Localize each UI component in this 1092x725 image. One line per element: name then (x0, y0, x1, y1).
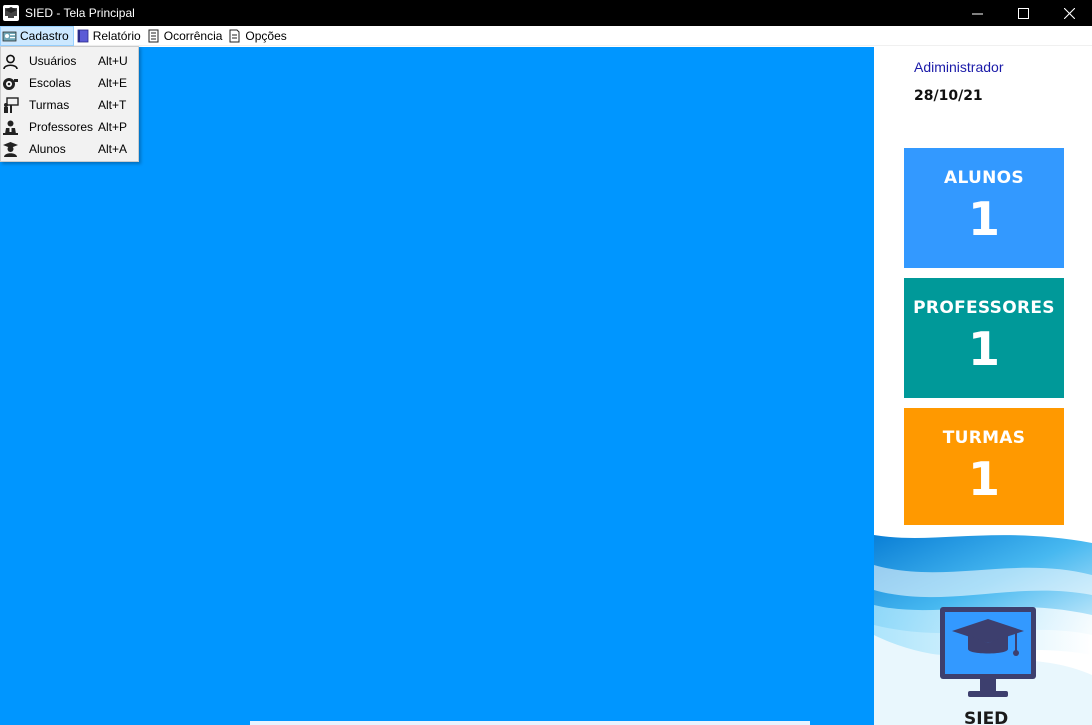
menu-item-turmas-shortcut: Alt+T (98, 98, 127, 112)
menu-bar: Cadastro Relatório Ocorrência Opções (0, 25, 1092, 46)
stat-card-professores-value: 1 (967, 322, 1000, 376)
menu-relatorio-label: Relatório (92, 28, 141, 43)
menu-item-escolas-label: Escolas (29, 76, 72, 90)
teacher-icon (1, 118, 19, 136)
menu-opcoes[interactable]: Opções (226, 26, 290, 46)
menu-ocorrencia[interactable]: Ocorrência (145, 26, 227, 46)
menu-item-professores[interactable]: Professores Alt+P (1, 116, 138, 138)
menu-item-alunos-label: Alunos (29, 142, 66, 156)
minimize-button[interactable] (954, 0, 1000, 26)
menu-ocorrencia-label: Ocorrência (163, 28, 223, 43)
stat-card-professores-label: PROFESSORES (913, 298, 1055, 318)
stat-card-turmas-value: 1 (967, 452, 1000, 506)
cadastro-dropdown: Usuários Alt+U Escolas Alt+E Turmas Alt+… (0, 46, 139, 162)
graduation-monitor-icon (940, 607, 1036, 697)
maximize-button[interactable] (1000, 0, 1046, 26)
menu-item-usuarios-label: Usuários (29, 54, 77, 68)
book-icon (77, 29, 89, 42)
menu-item-usuarios[interactable]: Usuários Alt+U (1, 50, 138, 72)
document-icon (229, 29, 240, 42)
app-icon (3, 5, 19, 21)
side-panel: Adiministrador 28/10/21 ALUNOS 1 PROFESS… (874, 47, 1092, 725)
stat-card-professores[interactable]: PROFESSORES 1 (904, 278, 1064, 398)
menu-item-alunos[interactable]: Alunos Alt+A (1, 138, 138, 160)
menu-relatorio[interactable]: Relatório (74, 26, 145, 46)
close-button[interactable] (1046, 0, 1092, 26)
logo-text: SIED (964, 709, 1009, 725)
menu-item-escolas[interactable]: Escolas Alt+E (1, 72, 138, 94)
minimize-icon (971, 13, 983, 14)
menu-item-alunos-shortcut: Alt+A (98, 142, 128, 156)
stat-card-alunos-value: 1 (967, 192, 1000, 246)
school-icon (1, 74, 19, 92)
close-icon (1063, 7, 1075, 19)
window-title: SIED - Tela Principal (25, 6, 135, 20)
sied-logo (940, 607, 1036, 725)
menu-item-escolas-shortcut: Alt+E (98, 76, 128, 90)
menu-item-usuarios-shortcut: Alt+U (98, 54, 128, 68)
maximize-icon (1017, 7, 1029, 19)
menu-cadastro-label: Cadastro (20, 28, 69, 43)
stat-card-alunos-label: ALUNOS (944, 168, 1024, 188)
menu-item-professores-shortcut: Alt+P (98, 120, 128, 134)
cadastro-icon (2, 31, 17, 41)
stat-card-turmas[interactable]: TURMAS 1 (904, 408, 1064, 528)
title-bar: SIED - Tela Principal (0, 0, 1092, 26)
user-icon (1, 52, 19, 70)
menu-item-turmas-label: Turmas (29, 98, 70, 112)
window-controls (954, 0, 1092, 26)
menu-opcoes-label: Opções (245, 28, 287, 43)
current-date: 28/10/21 (914, 88, 983, 104)
menu-item-professores-label: Professores (29, 120, 94, 134)
menu-cadastro[interactable]: Cadastro (0, 25, 74, 46)
menu-item-turmas[interactable]: Turmas Alt+T (1, 94, 138, 116)
stat-card-turmas-label: TURMAS (942, 428, 1026, 448)
bottom-strip (250, 721, 810, 725)
logged-user-name: Adiministrador (914, 59, 1004, 75)
student-icon (1, 140, 19, 158)
stat-card-alunos[interactable]: ALUNOS 1 (904, 148, 1064, 268)
classroom-icon (1, 96, 19, 114)
notepad-icon (148, 29, 159, 42)
